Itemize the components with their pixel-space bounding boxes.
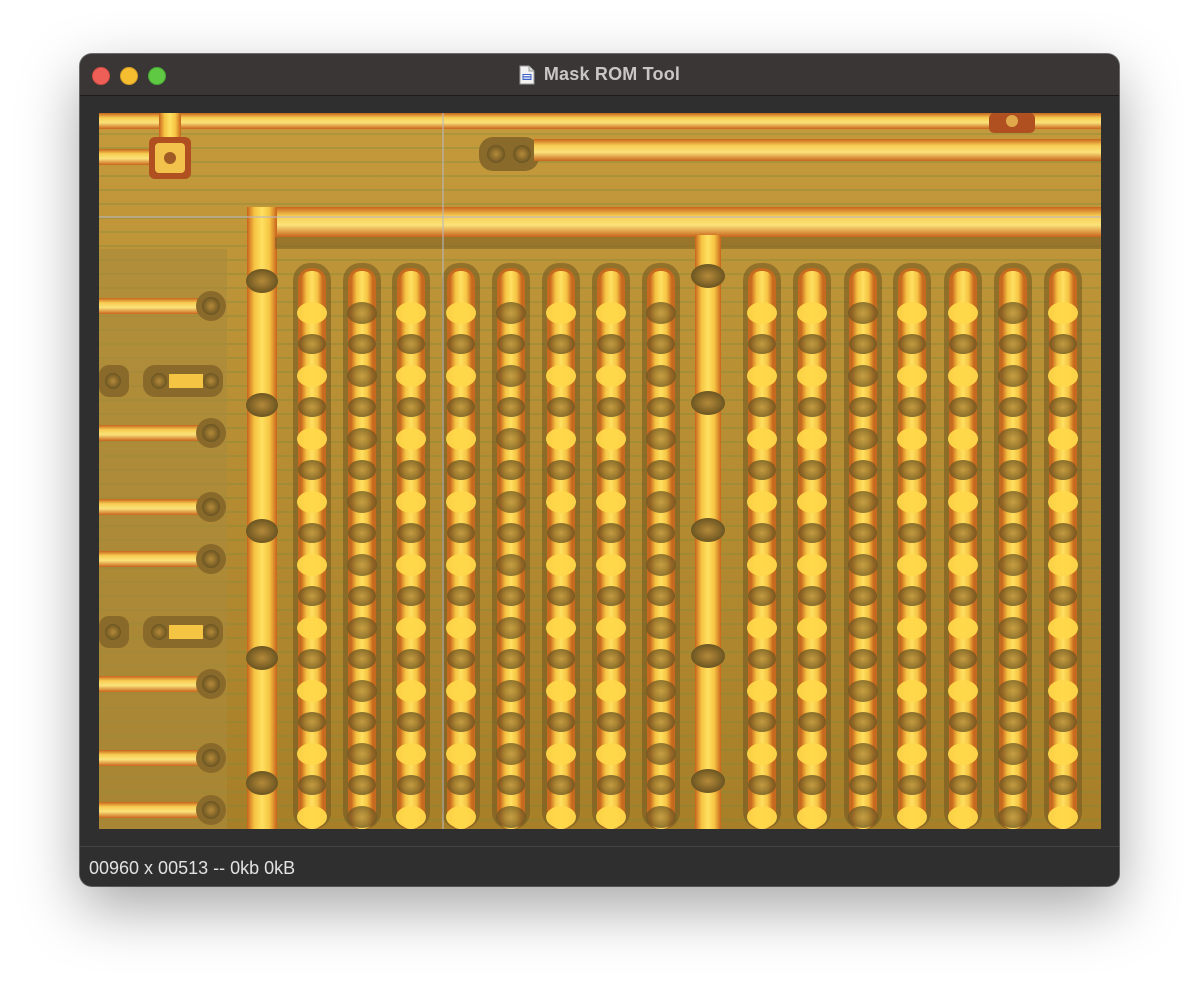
title-container: Mask ROM Tool xyxy=(80,54,1119,95)
decoder-stub xyxy=(99,616,223,648)
bit-column xyxy=(1044,263,1082,829)
frame-via xyxy=(246,393,278,417)
bit-column xyxy=(893,263,931,829)
status-text: 00960 x 00513 -- 0kb 0kB xyxy=(89,858,296,878)
bit-column xyxy=(793,263,831,829)
bit-column xyxy=(392,263,430,829)
frame-via xyxy=(691,769,725,793)
bit-column xyxy=(492,263,530,829)
frame-via xyxy=(246,646,278,670)
frame-via xyxy=(246,771,278,795)
frame-via xyxy=(691,644,725,668)
title-bar[interactable]: Mask ROM Tool xyxy=(80,54,1119,96)
bit-column xyxy=(442,263,480,829)
bit-column xyxy=(293,263,331,829)
die-image-viewer[interactable] xyxy=(99,113,1101,829)
frame-via xyxy=(691,264,725,288)
bit-column xyxy=(944,263,982,829)
frame-via xyxy=(246,519,278,543)
bit-column xyxy=(542,263,580,829)
bit-column xyxy=(844,263,882,829)
bit-column xyxy=(642,263,680,829)
app-window: Mask ROM Tool 00960 x 00513 -- 0kb 0kB xyxy=(80,54,1119,886)
frame-via xyxy=(246,269,278,293)
document-icon xyxy=(519,65,535,85)
decoder-stub xyxy=(99,365,223,397)
status-bar: 00960 x 00513 -- 0kb 0kB xyxy=(80,846,1119,886)
die-photo xyxy=(99,113,1101,829)
bit-column xyxy=(994,263,1032,829)
frame-via xyxy=(691,518,725,542)
window-title: Mask ROM Tool xyxy=(543,64,681,84)
bit-column xyxy=(592,263,630,829)
bit-column xyxy=(343,263,381,829)
frame-via xyxy=(691,391,725,415)
bit-column xyxy=(743,263,781,829)
